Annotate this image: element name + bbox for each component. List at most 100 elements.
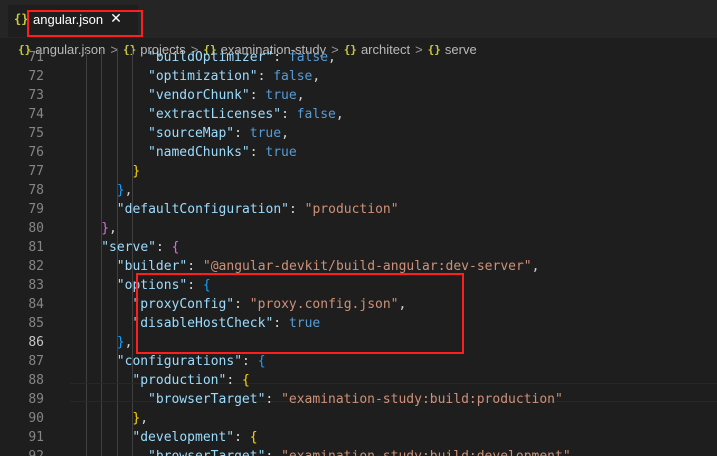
code-token: "serve" [101, 240, 156, 255]
code-line: 77} [0, 162, 717, 181]
line-number: 85 [28, 316, 44, 331]
code-token: false [288, 50, 329, 65]
code-text: }, [117, 333, 133, 352]
code-text: "defaultConfiguration": "production" [117, 200, 399, 219]
code-token: : [226, 373, 242, 388]
line-number: 89 [28, 392, 44, 407]
code-token: "browserTarget" [148, 392, 266, 407]
code-text: "proxyConfig": "proxy.config.json", [132, 295, 406, 314]
code-token: "vendorChunk" [148, 88, 250, 103]
code-line: 76 "namedChunks": true [0, 143, 717, 162]
code-token: false [273, 69, 313, 84]
code-line: 86}, [0, 333, 717, 352]
code-token: : [265, 392, 282, 407]
close-icon[interactable]: ✕ [108, 10, 124, 28]
code-line: 88 "production": { [0, 371, 717, 390]
code-text: "serve": { [101, 238, 179, 257]
code-token: "builder" [116, 259, 188, 274]
code-token: "sourceMap" [148, 126, 235, 141]
code-text: }, [132, 409, 148, 428]
code-text: "namedChunks": true [148, 143, 297, 162]
code-token: true [288, 316, 321, 331]
code-token: , [140, 411, 149, 426]
code-token: "optimization" [148, 69, 258, 84]
code-text: "disableHostCheck": true [132, 314, 320, 333]
tab-angular-json[interactable]: {} angular.json ✕ [8, 5, 138, 37]
line-number: 72 [28, 69, 44, 84]
code-line: 85 "disableHostCheck": true [0, 314, 717, 333]
tab-label: angular.json [33, 12, 104, 27]
code-line: 87 "configurations": { [0, 352, 717, 371]
code-token: , [124, 335, 133, 350]
code-text: }, [101, 219, 117, 238]
line-number: 82 [28, 259, 44, 274]
line-number: 71 [28, 50, 44, 65]
code-token: "examination-study:build:development" [281, 449, 571, 456]
code-text: } [132, 162, 140, 181]
code-token: , [312, 69, 321, 84]
code-token: : [257, 69, 274, 84]
code-token: { [171, 240, 180, 255]
code-token: : [242, 354, 258, 369]
code-token: { [249, 430, 258, 445]
code-line: 91 "development": { [0, 428, 717, 447]
code-token: "development" [132, 430, 235, 445]
code-text: }, [117, 181, 133, 200]
code-token: "disableHostCheck" [132, 316, 274, 331]
code-line: 82 "builder": "@angular-devkit/build-angu… [0, 257, 717, 276]
line-number: 88 [28, 373, 44, 388]
code-token: "options" [116, 278, 188, 293]
code-token: "@angular-devkit/build-angular:dev-serve… [202, 259, 532, 274]
code-line: 71 "buildOptimizer": false, [0, 48, 717, 67]
code-token: : [249, 88, 266, 103]
code-token: "production" [304, 202, 399, 217]
code-line: 83 "options": { [0, 276, 717, 295]
line-number: 90 [28, 411, 44, 426]
line-number: 92 [0, 447, 44, 456]
code-token: "production" [132, 373, 227, 388]
line-number: 81 [28, 240, 44, 255]
line-number: 74 [28, 107, 44, 122]
code-token: true [265, 145, 297, 160]
code-token: : [234, 430, 250, 445]
code-token: , [531, 259, 540, 274]
code-line: 73 "vendorChunk": true, [0, 86, 717, 105]
line-number: 91 [28, 430, 44, 445]
code-editor[interactable]: 71 "buildOptimizer": false, 72 "optimizatio… [0, 48, 717, 456]
line-number: 87 [28, 354, 44, 369]
code-token: "namedChunks" [148, 145, 250, 160]
line-number: 83 [28, 278, 44, 293]
code-line: 92 "browserTarget": "examination-study:bu… [0, 447, 717, 456]
code-text: "production": { [132, 371, 249, 390]
line-number: 76 [28, 145, 44, 160]
code-token: : [249, 145, 266, 160]
line-number: 75 [28, 126, 44, 141]
code-token: , [296, 88, 305, 103]
code-token: "extractLicenses" [148, 107, 282, 122]
code-line: 90}, [0, 409, 717, 428]
code-text: "options": { [117, 276, 211, 295]
code-token: : [234, 297, 250, 312]
code-token: , [398, 297, 407, 312]
code-token: : [187, 278, 203, 293]
code-token: , [281, 126, 289, 141]
code-token: true [265, 88, 297, 103]
code-token: : [187, 259, 203, 274]
line-number: 73 [28, 88, 44, 103]
line-number: 79 [28, 202, 44, 217]
code-text: "browserTarget": "examination-study:buil… [148, 447, 571, 456]
code-token: { [202, 278, 211, 293]
code-token: : [234, 126, 250, 141]
code-token: : [273, 316, 289, 331]
code-token: : [273, 50, 289, 65]
code-text: "builder": "@angular-devkit/build-angula… [117, 257, 540, 276]
code-token: "examination-study:build:production" [281, 392, 563, 407]
line-number: 80 [28, 221, 44, 236]
code-token: "buildOptimizer" [148, 50, 274, 65]
code-token: , [124, 183, 133, 198]
code-line: 79 "defaultConfiguration": "production" [0, 200, 717, 219]
code-token: : [265, 449, 281, 456]
code-token: true [249, 126, 282, 141]
code-token: "proxy.config.json" [249, 297, 399, 312]
code-text: "development": { [132, 428, 257, 447]
